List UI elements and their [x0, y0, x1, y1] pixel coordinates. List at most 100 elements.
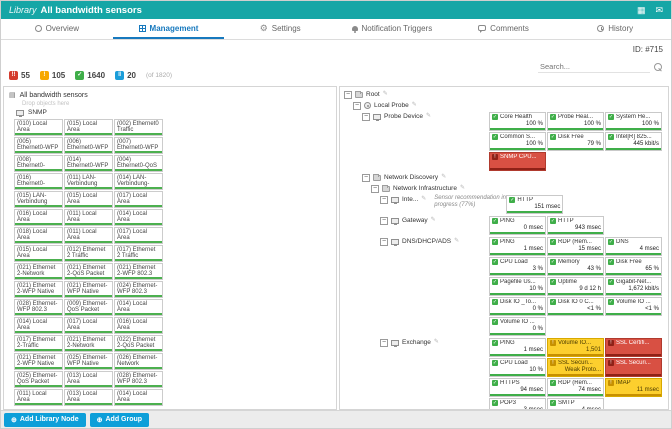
library-sensor-tile[interactable]: (021) Ethernet 2-QoS Packet: [64, 263, 113, 280]
group-name[interactable]: Gateway: [402, 216, 428, 225]
library-sensor-tile[interactable]: (011) LAN-Verbindung: [64, 173, 113, 190]
edit-icon[interactable]: ✎: [454, 237, 459, 246]
library-root-row[interactable]: ▤ All bandwidth sensors: [9, 91, 331, 100]
library-sensor-tile[interactable]: (012) Ethernet 2 Traffic: [64, 245, 113, 262]
library-sensor-tile[interactable]: (015) LAN-Verbindung: [14, 191, 63, 208]
library-node-snmp[interactable]: SNMP: [16, 109, 331, 117]
sensor-tile[interactable]: ✓ PING 1 msec: [489, 338, 546, 357]
expand-toggle[interactable]: −: [362, 173, 370, 182]
search-icon[interactable]: [654, 62, 663, 72]
sensor-tile[interactable]: ✓ SMTP 4 msec: [547, 398, 604, 409]
add-group-button[interactable]: ⊕ Add Group: [89, 412, 150, 427]
group-name[interactable]: Root: [366, 90, 380, 99]
sensor-tile[interactable]: ✓ CPU Load 10 %: [489, 358, 546, 377]
count-paused[interactable]: ‖ 20: [115, 71, 136, 80]
group-name[interactable]: Network Discovery: [384, 173, 438, 182]
library-sensor-tile[interactable]: (015) Local Area: [64, 119, 113, 136]
edit-icon[interactable]: ✎: [460, 184, 465, 193]
library-sensor-tile[interactable]: (002) Ethernet0 Traffic: [114, 119, 163, 136]
sensor-tile[interactable]: ! SSL Securi...: [605, 358, 662, 377]
library-sensor-tile[interactable]: (011) Local Area: [14, 389, 63, 406]
sensor-tile[interactable]: ✓ HTTPS 94 msec: [489, 378, 546, 397]
library-sensor-tile[interactable]: (014) Local Area: [114, 209, 163, 226]
sensor-tile[interactable]: ✓ Disk Free 79 %: [547, 132, 604, 151]
library-sensor-tile[interactable]: (013) Local Area: [64, 371, 113, 388]
library-sensor-tile[interactable]: (016) Local Area: [114, 317, 163, 334]
sensor-tile[interactable]: ✓ Core Health 100 %: [489, 112, 546, 131]
expand-toggle[interactable]: −: [362, 112, 370, 121]
library-sensor-tile[interactable]: (024) Ethernet-WFP 802.3: [114, 281, 163, 298]
library-sensor-tile[interactable]: (005) Ethernet0-WFP Native: [14, 137, 63, 154]
edit-icon[interactable]: ✎: [412, 101, 417, 110]
library-sensor-tile[interactable]: (017) Local Area: [114, 227, 163, 244]
group-name[interactable]: Network Infrastructure: [393, 184, 457, 193]
library-sensor-tile[interactable]: (011) Local Area: [64, 227, 113, 244]
expand-toggle[interactable]: −: [344, 90, 352, 99]
library-sensor-tile[interactable]: (026) Ethernet-Network: [114, 353, 163, 370]
sensor-tile[interactable]: ✓ CPU Load 3 %: [489, 257, 546, 276]
sensor-tile[interactable]: ✓ Common S... 100 %: [489, 132, 546, 151]
expand-toggle[interactable]: −: [380, 195, 388, 204]
sensor-tile[interactable]: ✓ RDP (Rem... 15 msec: [547, 237, 604, 256]
group-name[interactable]: DNS/DHCP/ADS: [402, 237, 451, 246]
library-sensor-tile[interactable]: (014) LAN-Verbindung-QoS: [114, 173, 163, 190]
library-sensor-tile[interactable]: (021) Ethernet 2-WFP Native: [14, 353, 63, 370]
sensor-tile[interactable]: ✓ Disk IO _To... 0 %: [489, 297, 546, 316]
sensor-tile[interactable]: ✓ Volume IO ... <1 %: [605, 297, 662, 316]
sensor-tile[interactable]: ✓ Disk Free 65 %: [605, 257, 662, 276]
sensor-tile[interactable]: ✓ Intel[R] 825... 445 kbit/s: [605, 132, 662, 151]
library-sensor-tile[interactable]: (028) Ethernet-WFP 802.3: [114, 371, 163, 388]
sensor-tile[interactable]: ✓ Probe Heal... 100 %: [547, 112, 604, 131]
sensor-tile[interactable]: ✓ Gigabit-Net... 1,672 kbit/s: [605, 277, 662, 296]
library-sensor-tile[interactable]: (021) Ethernet-WFP Native: [64, 281, 113, 298]
sensor-tile[interactable]: ✓ Volume IO ... 0 %: [489, 317, 546, 336]
group-name[interactable]: Local Probe: [374, 101, 409, 110]
expand-toggle[interactable]: −: [380, 237, 388, 246]
library-sensor-tile[interactable]: (006) Ethernet0-WFP 802.3: [64, 137, 113, 154]
sensor-tile[interactable]: ✓ RDP (Rem... 74 msec: [547, 378, 604, 397]
library-sensor-tile[interactable]: (021) Ethernet 2-Network: [64, 335, 113, 352]
mail-icon[interactable]: ✉: [655, 5, 663, 15]
tab-management[interactable]: Management: [112, 19, 225, 39]
library-sensor-tile[interactable]: (021) Ethernet 2-WFP Native: [14, 281, 63, 298]
library-sensor-tile[interactable]: (014) Local Area: [114, 389, 163, 406]
sensor-tile[interactable]: ✓ Memory 43 %: [547, 257, 604, 276]
library-sensor-tile[interactable]: (015) Local Area: [64, 191, 113, 208]
sensor-tile[interactable]: ✓ System He... 100 %: [605, 112, 662, 131]
search-input[interactable]: [538, 61, 650, 73]
add-library-node-button[interactable]: ⊕ Add Library Node: [4, 412, 86, 427]
library-sensor-tile[interactable]: (010) Local Area: [14, 119, 63, 136]
sensor-tile[interactable]: ! SNMP CPU...: [489, 152, 546, 171]
library-sensor-tile[interactable]: (009) Ethernet-QoS Packet: [64, 299, 113, 316]
library-sensor-tile[interactable]: (021) Ethernet 2-WFP 802.3: [114, 263, 163, 280]
sensor-tile[interactable]: ✓ POP3 3 msec: [489, 398, 546, 409]
sensor-tile[interactable]: ✓ PING 0 msec: [489, 216, 546, 235]
group-name[interactable]: Inte...: [402, 195, 418, 204]
library-sensor-tile[interactable]: (014) Ethernet0-WFP Native: [64, 155, 113, 172]
edit-icon[interactable]: ✎: [426, 112, 431, 121]
library-sensor-tile[interactable]: (025) Ethernet-WFP Native: [64, 353, 113, 370]
edit-icon[interactable]: ✎: [383, 90, 388, 99]
library-sensor-tile[interactable]: (017) Local Area: [114, 191, 163, 208]
expand-toggle[interactable]: −: [353, 101, 361, 110]
edit-icon[interactable]: ✎: [431, 216, 436, 225]
count-down[interactable]: !! 55: [9, 71, 30, 80]
library-sensor-tile[interactable]: (014) Local Area: [114, 299, 163, 316]
group-name[interactable]: Probe Device: [384, 112, 423, 121]
library-sensor-tile[interactable]: (022) Ethernet 2-QoS Packet: [114, 335, 163, 352]
count-up[interactable]: ✓ 1640: [75, 71, 105, 80]
sensor-tile[interactable]: ✓ HTTP 943 msec: [547, 216, 604, 235]
expand-toggle[interactable]: −: [380, 216, 388, 225]
library-sensor-tile[interactable]: (011) Local Area: [64, 209, 113, 226]
expand-toggle[interactable]: −: [380, 338, 388, 347]
library-sensor-tile[interactable]: (007) Ethernet0-WFP 802.3: [114, 137, 163, 154]
sensor-tile[interactable]: ! Volume IO... 1,501: [547, 338, 604, 357]
edit-icon[interactable]: ✎: [434, 338, 439, 347]
edit-icon[interactable]: ✎: [441, 173, 446, 182]
library-sensor-tile[interactable]: (013) Local Area: [64, 389, 113, 406]
tab-settings[interactable]: Settings: [224, 19, 336, 39]
library-sensor-tile[interactable]: (014) Local Area: [14, 317, 63, 334]
library-sensor-tile[interactable]: (021) Ethernet 2-Network: [14, 263, 63, 280]
sensor-tile[interactable]: ✓ HTTP 151 msec: [506, 195, 564, 214]
library-sensor-tile[interactable]: (004) Ethernet0-QoS Packet: [114, 155, 163, 172]
